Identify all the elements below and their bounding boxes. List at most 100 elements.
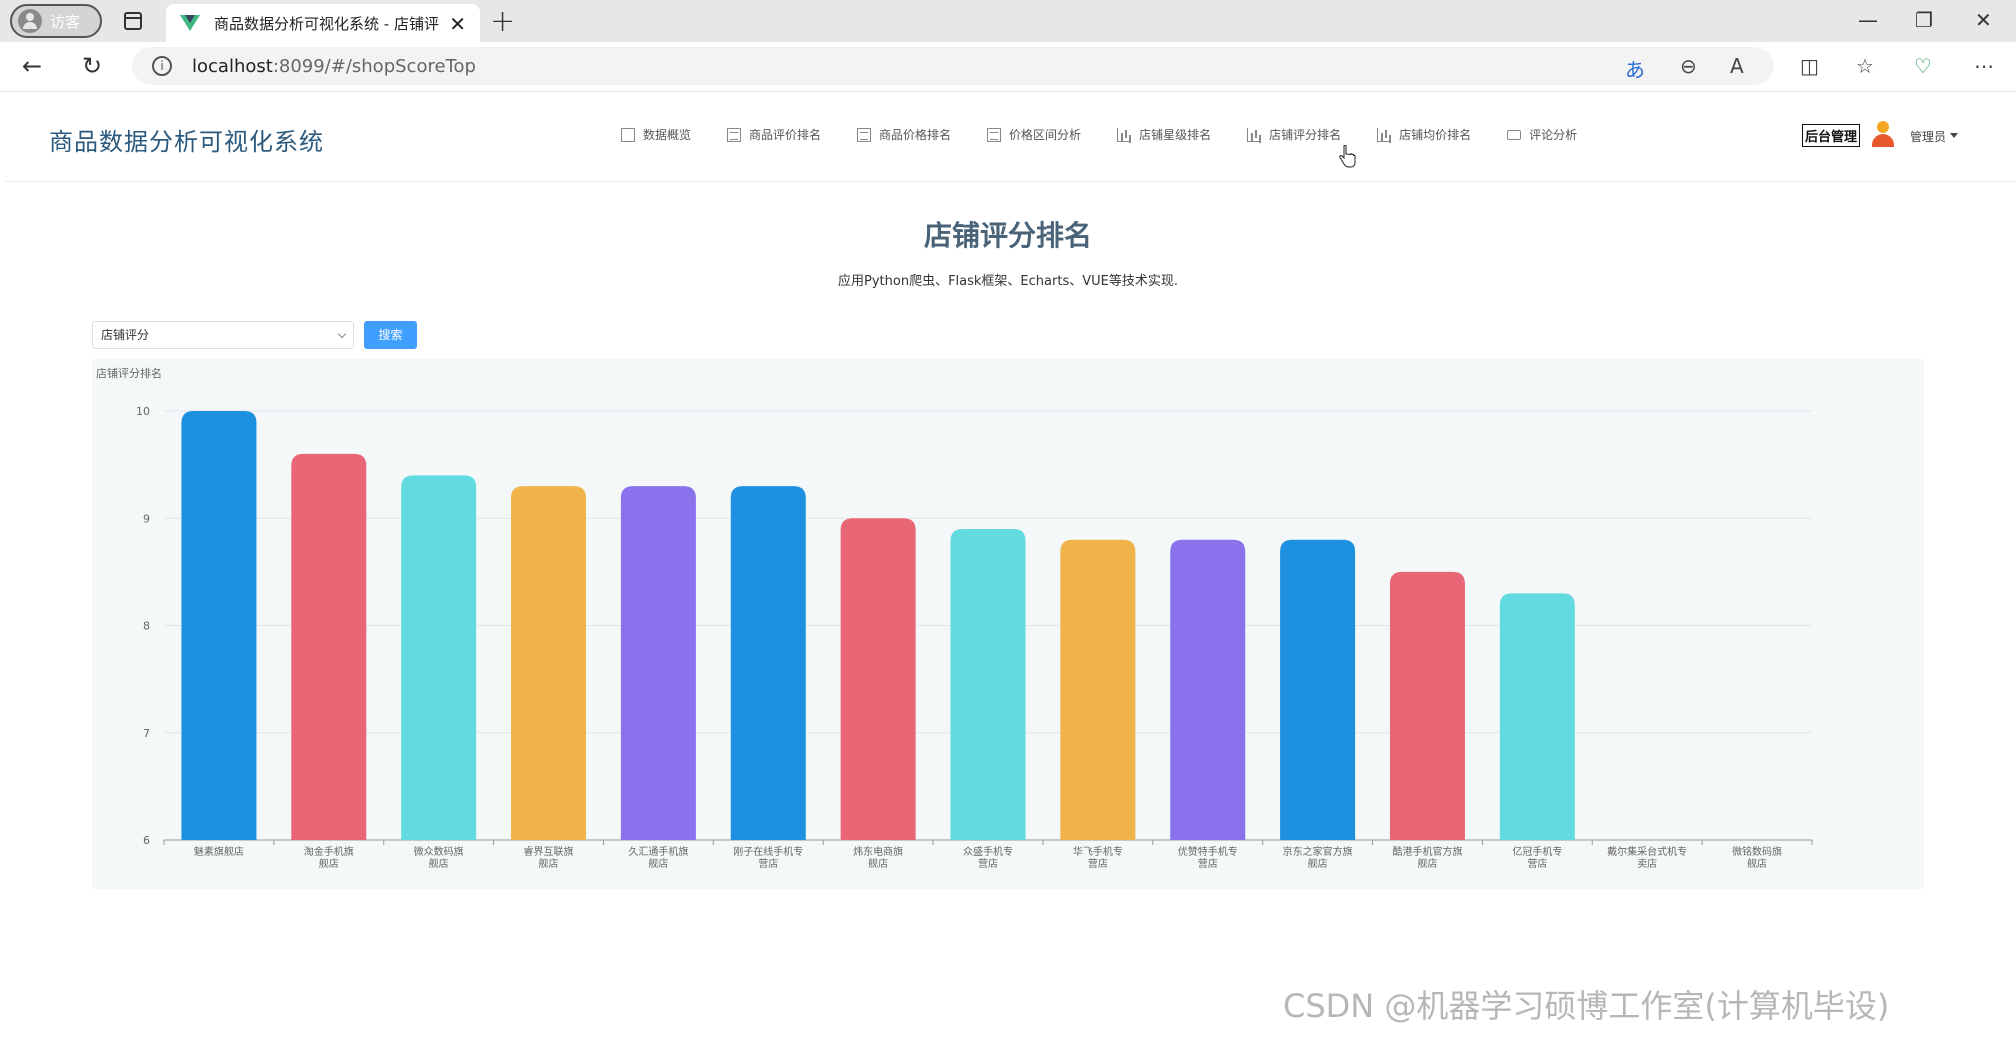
bar-chart-icon [1247,127,1262,142]
menu-item-product-rating-rank[interactable]: 商品评价排名 [727,126,821,143]
chart-bar[interactable] [840,518,916,840]
copy-icon [621,127,635,142]
x-tick-label: 戴尔集采台式机专 [1607,845,1687,858]
chart-title: 店铺评分排名 [96,366,162,380]
x-tick-label: 刚子在线手机专 [733,845,803,858]
x-tick-label: 营店 [1088,857,1108,870]
x-tick-label: 舰店 [1417,857,1437,870]
chart-bar[interactable] [620,486,696,840]
chart-bar[interactable] [1499,593,1575,840]
url-path: :8099/#/shopScoreTop [272,55,476,77]
x-tick-label: 魅素旗舰店 [194,845,244,858]
chart-bar[interactable] [950,528,1026,840]
shop-score-chart: 店铺评分排名 6 7 8 9 10 魅素旗舰店 淘金手机旗 舰店 微众数码旗 舰店 睿界互联旗 舰店 久汇… [92,359,1924,889]
x-tick-label: 舰店 [319,857,339,870]
y-tick-label: 6 [143,834,150,847]
y-tick-label: 7 [143,727,150,740]
user-menu-label[interactable]: 管理员 [1910,128,1946,145]
x-tick-label: 优赞特手机专 [1178,845,1238,858]
menu-item-price-range-analysis[interactable]: 价格区间分析 [987,126,1081,143]
chart-bar[interactable] [730,486,806,840]
restore-icon[interactable]: ❐ [1915,8,1933,32]
more-options-icon[interactable]: ⋯ [1974,54,1994,78]
x-tick-label: 久汇通手机旗 [628,845,688,858]
browser-tab-active[interactable]: 商品数据分析可视化系统 - 店铺评 ✕ [166,4,480,42]
app-logo[interactable]: 商品数据分析可视化系统 [49,122,324,157]
menu-item-comment-analysis[interactable]: 评论分析 [1507,126,1577,143]
menu-item-label: 店铺评分排名 [1269,128,1342,142]
app-header: 商品数据分析可视化系统 数据概览 商品评价排名 商品价格排名 价格区间分析 店铺… [5,94,2016,182]
chart-bar[interactable] [1280,539,1356,840]
chevron-down-icon[interactable] [1950,133,1958,138]
metric-select-value: 店铺评分 [101,328,150,342]
zoom-out-icon[interactable]: ⊖ [1680,54,1697,78]
read-aloud-icon[interactable]: A [1730,54,1744,78]
search-button[interactable]: 搜索 [364,321,417,349]
translate-icon[interactable]: あ [1625,54,1645,83]
x-tick-label: 舰店 [429,857,449,870]
x-tick-label: 微铭数码旗 [1732,845,1782,858]
minimize-icon[interactable]: — [1858,8,1878,32]
chart-bar[interactable] [1170,539,1246,840]
x-tick-label: 营店 [1527,857,1547,870]
menu-item-data-overview[interactable]: 数据概览 [621,126,691,143]
back-arrow-icon[interactable]: ← [22,52,42,80]
profile-avatar-icon [18,9,42,33]
menu-item-shop-star-rank[interactable]: 店铺星级排名 [1117,126,1211,143]
x-tick-label: 营店 [978,857,998,870]
x-tick-label: 舰店 [868,857,888,870]
x-tick-label: 营店 [758,857,778,870]
menu-item-shop-score-rank[interactable]: 店铺评分排名 [1247,126,1341,143]
x-tick-label: 舰店 [539,857,559,870]
new-tab-icon[interactable]: + [490,4,515,39]
menu-item-label: 店铺星级排名 [1139,128,1212,142]
hand-cursor-icon [1339,145,1356,168]
comment-icon [1507,129,1522,140]
x-tick-label: 舰店 [1747,857,1767,870]
bar-chart-icon [1377,127,1392,142]
bar-chart-svg: 店铺评分排名678910魅素旗舰店 淘金手机旗舰店微众数码旗舰店睿界互联旗舰店久汇… [96,366,1813,870]
browser-essentials-icon[interactable]: ♡ [1914,54,1932,78]
tab-close-icon[interactable]: ✕ [449,12,466,36]
window-close-icon[interactable]: ✕ [1975,8,1992,32]
x-tick-label: 亿冠手机专 [1512,845,1562,858]
url-field[interactable]: i localhost:8099/#/shopScoreTop [132,47,1774,85]
chart-bar[interactable] [511,486,587,840]
chart-bar[interactable] [401,475,477,840]
page-subtitle: 应用Python爬虫、Flask框架、Echarts、VUE等技术实现. [838,274,1178,289]
chart-bar[interactable] [181,411,257,840]
x-tick-label: 众盛手机专 [963,845,1013,858]
menu-item-label: 商品评价排名 [749,128,822,142]
split-screen-icon[interactable]: ◫ [1800,54,1819,78]
refresh-icon[interactable]: ↻ [82,52,102,80]
admin-button[interactable]: 后台管理 [1802,124,1861,147]
chart-bar[interactable] [1389,571,1465,840]
menu-item-shop-avg-price-rank[interactable]: 店铺均价排名 [1377,126,1471,143]
site-info-icon[interactable]: i [152,56,172,76]
menu-item-label: 数据概览 [643,128,692,142]
y-tick-label: 10 [136,405,150,418]
x-tick-label: 酷港手机官方旗 [1392,845,1462,858]
vue-logo-icon [180,15,200,31]
chart-bar[interactable] [1060,539,1136,840]
chevron-down-icon [337,329,347,339]
x-tick-label: 舰店 [1308,857,1328,870]
y-tick-label: 8 [143,620,150,633]
browser-address-bar: ← ↻ i localhost:8099/#/shopScoreTop あ ⊖ … [0,42,2016,92]
menu-item-label: 评论分析 [1529,128,1578,142]
guest-profile-button[interactable]: 访客 [10,4,102,38]
x-tick-label: 炜东电商旗 [853,845,903,858]
browser-tab-bar: 访客 商品数据分析可视化系统 - 店铺评 ✕ + — ❐ ✕ [0,0,2016,42]
x-tick-label: 淘金手机旗 [304,845,354,858]
document-icon [727,127,742,142]
x-tick-label: 卖店 [1637,857,1657,870]
favorites-icon[interactable]: ☆ [1856,54,1874,78]
user-avatar-icon[interactable] [1870,121,1896,147]
menu-item-label: 商品价格排名 [879,128,952,142]
metric-select[interactable]: 店铺评分 [92,321,354,349]
menu-item-product-price-rank[interactable]: 商品价格排名 [857,126,951,143]
chart-bar[interactable] [291,453,367,840]
tab-actions-icon[interactable] [124,12,142,30]
menu-item-label: 价格区间分析 [1009,128,1082,142]
watermark-text: CSDN @机器学习硕博工作室(计算机毕设) [1283,987,1890,1025]
